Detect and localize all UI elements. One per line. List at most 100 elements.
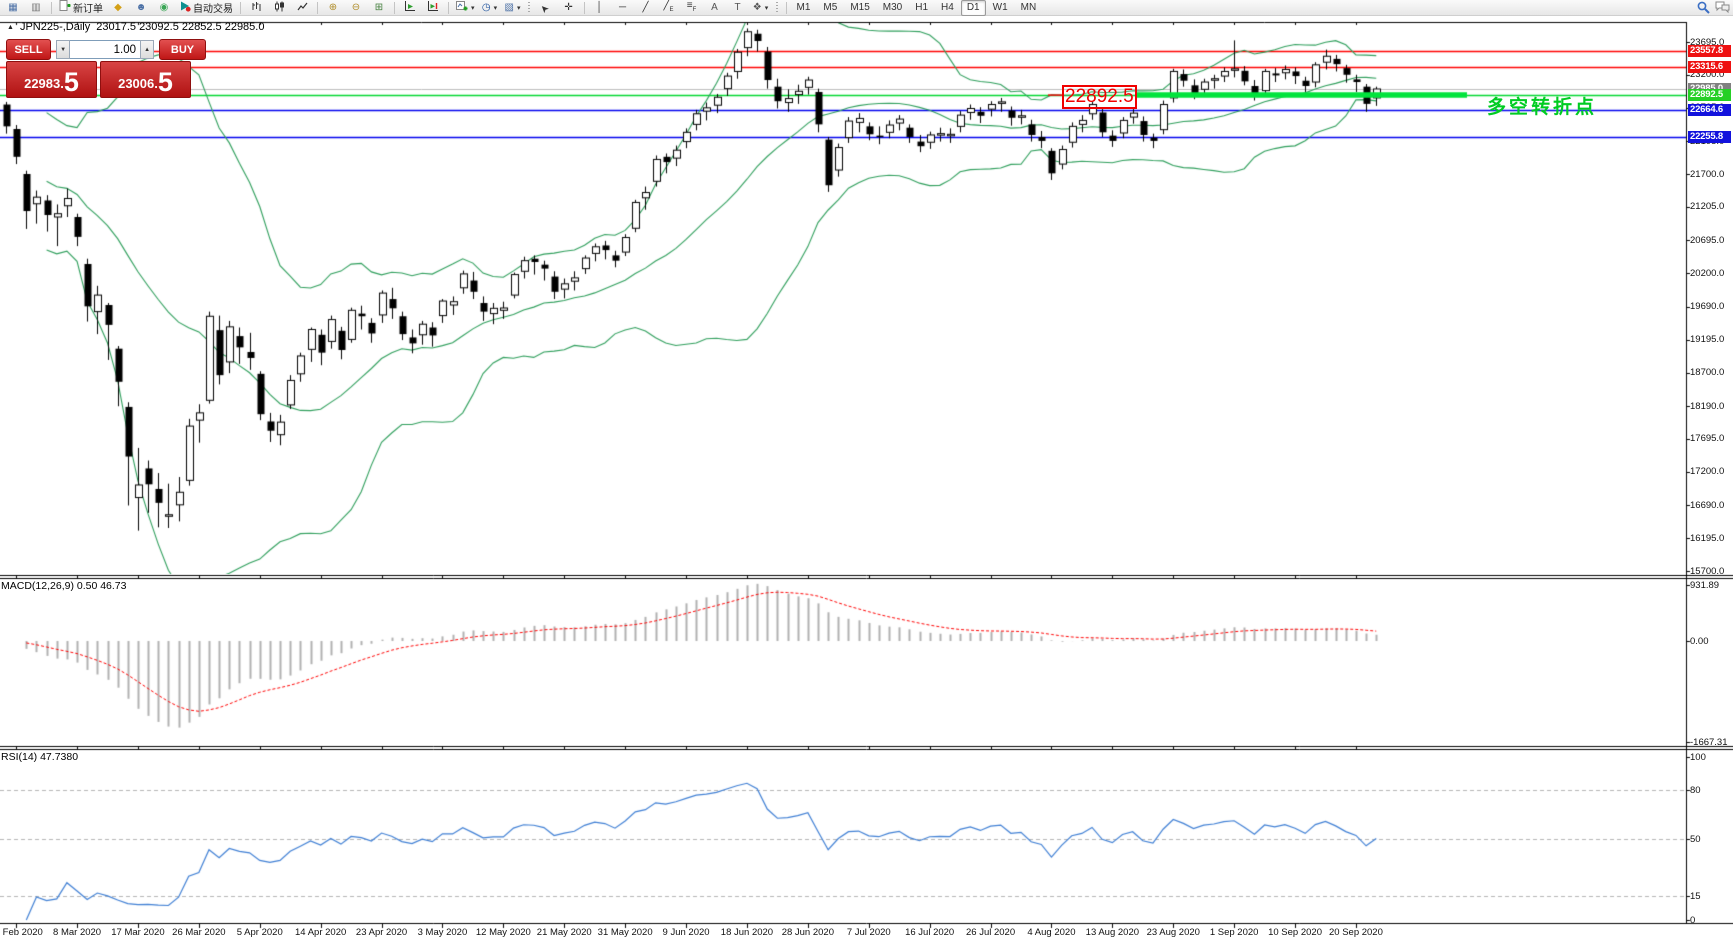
price-tick-label: 20200.0 (1690, 268, 1724, 279)
vertical-line-button[interactable]: │ (589, 0, 611, 16)
mql-community-icon: ☻ (136, 3, 147, 13)
chevron-down-icon[interactable]: ▾ (471, 4, 475, 12)
date-tick-label: 31 May 2020 (598, 927, 653, 938)
signals-icon: ◉ (160, 3, 169, 13)
sell-price-display[interactable]: 22983.5 (6, 61, 97, 98)
zoom-out-button[interactable]: ⊖ (345, 0, 367, 16)
chart-shift-button[interactable] (422, 0, 444, 16)
timeframe-H1-button[interactable]: H1 (909, 0, 934, 16)
date-tick-label: 14 Apr 2020 (295, 927, 346, 938)
signals-button[interactable]: ◉ (153, 0, 175, 16)
buy-price-main: 23006. (118, 73, 158, 95)
equidistant-channel-icon: ╱E (663, 1, 673, 15)
toolbar-separator (584, 2, 585, 14)
horizontal-line-button[interactable]: ─ (612, 0, 634, 16)
metaeditor-button[interactable]: ◆ (107, 0, 129, 16)
date-tick-label: 1 Sep 2020 (1210, 927, 1259, 938)
profiles-button[interactable]: ▥ (25, 0, 47, 16)
text-icon: A (711, 3, 718, 13)
price-tick-label: 18190.0 (1690, 401, 1724, 412)
date-tick-label: 18 Jun 2020 (721, 927, 773, 938)
price-tick-label: 16690.0 (1690, 500, 1724, 511)
timeframe-M1-button[interactable]: M1 (791, 0, 817, 16)
mt4-terminal-window: ▦▥新订单◆☻◉自动交易⊕⊖⊞▾◷▾▧▾➤✛│─╱╱E≡FAT❖▾M1M5M15… (0, 0, 1733, 940)
timeframe-MN-button[interactable]: MN (1015, 0, 1043, 16)
indicators-list-button[interactable]: ▾ (453, 0, 478, 16)
new-order-icon (59, 0, 71, 15)
new-chart-button[interactable]: ▦ (2, 0, 24, 16)
volume-decrease-button[interactable]: ▼ (56, 40, 70, 59)
date-tick-label: 5 Apr 2020 (237, 927, 283, 938)
zoom-in-button[interactable]: ⊕ (322, 0, 344, 16)
equidistant-channel-button[interactable]: ╱E (658, 0, 680, 16)
date-tick-label: 26 Mar 2020 (172, 927, 225, 938)
price-callout-object[interactable]: 22892.5 (1062, 85, 1137, 109)
chevron-down-icon[interactable]: ▾ (517, 4, 521, 12)
candlestick-chart-button[interactable] (268, 0, 290, 16)
autotrading-button[interactable]: 自动交易 (176, 0, 236, 16)
level-price-label: 22664.6 (1688, 104, 1731, 116)
chat-icon[interactable] (1715, 1, 1730, 14)
toolbar-separator (394, 2, 395, 14)
text-label-button[interactable]: T (727, 0, 749, 16)
volume-input[interactable] (70, 40, 140, 59)
one-click-trading-panel: SELL ▼ ▲ BUY 22983.5 23006.5 (6, 39, 206, 98)
date-tick-label: 13 Aug 2020 (1086, 927, 1139, 938)
chevron-down-icon[interactable]: ▾ (765, 4, 769, 12)
buy-button[interactable]: BUY (159, 39, 206, 60)
periods-button[interactable]: ◷▾ (479, 0, 501, 16)
search-icon[interactable] (1696, 1, 1711, 14)
macd-tick-label: 0.00 (1690, 636, 1709, 647)
toolbar-drag-handle[interactable] (527, 2, 532, 14)
toolbar-drag-handle[interactable] (775, 2, 780, 14)
timeframe-H4-button[interactable]: H4 (935, 0, 960, 16)
timeframe-M15-button[interactable]: M15 (844, 0, 875, 16)
arrows-button[interactable]: ❖▾ (750, 0, 772, 16)
toolbar: ▦▥新订单◆☻◉自动交易⊕⊖⊞▾◷▾▧▾➤✛│─╱╱E≡FAT❖▾M1M5M15… (0, 0, 1733, 16)
date-tick-label: 26 Jul 2020 (966, 927, 1015, 938)
bar-chart-button[interactable] (245, 0, 267, 16)
date-tick-label: 21 May 2020 (537, 927, 592, 938)
buy-price-display[interactable]: 23006.5 (100, 61, 191, 98)
fibonacci-retracement-button[interactable]: ≡F (681, 0, 703, 16)
rsi-tick-label: 0 (1690, 915, 1695, 926)
timeframe-W1-button[interactable]: W1 (987, 0, 1014, 16)
price-tick-label: 17695.0 (1690, 433, 1724, 444)
chart-title: ▲ JPN225-,Daily 23017.5 23092.5 22852.5 … (7, 21, 264, 33)
timeframe-D1-button[interactable]: D1 (961, 0, 986, 16)
macd-tick-label: -1667.31 (1690, 737, 1728, 748)
tile-windows-button[interactable]: ⊞ (368, 0, 390, 16)
date-tick-label: 23 Apr 2020 (356, 927, 407, 938)
zoom-in-icon: ⊕ (329, 3, 337, 13)
volume-increase-button[interactable]: ▲ (140, 40, 154, 59)
auto-scroll-button[interactable] (399, 0, 421, 16)
price-tick-label: 17200.0 (1690, 466, 1724, 477)
toolbar-separator (786, 2, 787, 14)
chevron-down-icon[interactable]: ▾ (494, 4, 498, 12)
new-order-button[interactable]: 新订单 (56, 0, 106, 16)
buy-price-big-digit: 5 (158, 69, 173, 95)
cursor-button[interactable]: ➤ (535, 0, 557, 16)
timeframe-M30-button[interactable]: M30 (877, 0, 908, 16)
rsi-indicator-label: RSI(14) 47.7380 (1, 751, 78, 763)
chart-canvas[interactable] (0, 0, 1733, 940)
date-tick-label: 9 Jun 2020 (663, 927, 710, 938)
mql-community-button[interactable]: ☻ (130, 0, 152, 16)
templates-button[interactable]: ▧▾ (502, 0, 524, 16)
annotation-text-object[interactable]: 多空转折点 (1487, 92, 1597, 119)
macd-indicator-label: MACD(12,26,9) 0.50 46.73 (1, 580, 127, 592)
text-label-icon: T (734, 3, 740, 13)
crosshair-button[interactable]: ✛ (558, 0, 580, 16)
sell-price-big-digit: 5 (64, 69, 79, 95)
text-button[interactable]: A (704, 0, 726, 16)
macd-tick-label: 931.89 (1690, 580, 1719, 591)
new-chart-icon: ▦ (8, 3, 17, 13)
date-tick-label: 10 Sep 2020 (1268, 927, 1322, 938)
toolbar-separator (240, 2, 241, 14)
sell-button[interactable]: SELL (6, 39, 51, 60)
timeframe-M5-button[interactable]: M5 (817, 0, 843, 16)
date-tick-label: 12 May 2020 (476, 927, 531, 938)
trendline-button[interactable]: ╱ (635, 0, 657, 16)
line-chart-button[interactable] (291, 0, 313, 16)
date-tick-label: 17 Mar 2020 (111, 927, 164, 938)
